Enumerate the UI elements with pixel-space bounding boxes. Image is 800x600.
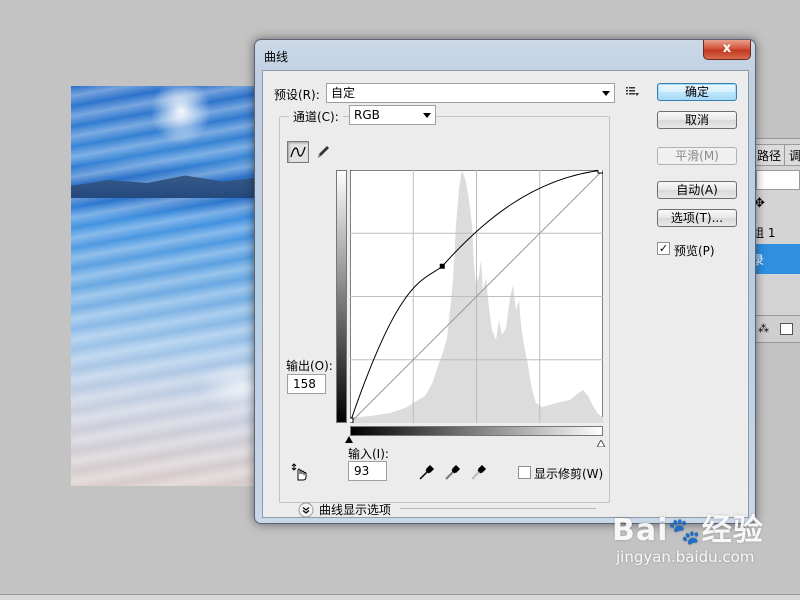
watermark-url: jingyan.baidu.com: [616, 548, 755, 566]
show-clipping-checkbox[interactable]: [518, 466, 531, 479]
panel-lock-row: ✥: [750, 194, 800, 220]
options-button[interactable]: 选项(T)...: [657, 209, 737, 227]
dialog-title: 曲线: [264, 50, 289, 64]
hand-adjust-icon[interactable]: [289, 462, 309, 485]
curve-tool-icon[interactable]: [287, 141, 309, 163]
list-menu-icon[interactable]: [625, 84, 639, 101]
options-divider: [400, 508, 596, 509]
chevron-down-circle-icon[interactable]: [298, 502, 314, 521]
ok-button[interactable]: 确定: [657, 83, 737, 101]
layer-row-selected[interactable]: 录: [750, 244, 800, 274]
input-gradient-bar: [350, 426, 603, 436]
panel-blend-row: [750, 166, 800, 194]
auto-button[interactable]: 自动(A): [657, 181, 737, 199]
curve-control-point: [439, 263, 445, 269]
input-field[interactable]: 93: [348, 461, 387, 481]
preset-label: 预设(R):: [274, 88, 320, 102]
status-bar: [0, 594, 800, 600]
preset-select[interactable]: 自定: [326, 83, 615, 103]
white-point-slider[interactable]: [596, 436, 606, 448]
chevron-down-icon: [602, 91, 610, 96]
curve-display-options-label[interactable]: 曲线显示选项: [319, 501, 391, 518]
curve-graph[interactable]: [350, 170, 603, 423]
eyedropper-black-icon[interactable]: [417, 464, 435, 485]
tab-paths[interactable]: 路径: [752, 144, 787, 166]
pencil-icon[interactable]: [312, 141, 334, 163]
watermark-brand-right: 经验: [701, 513, 764, 548]
panel-empty: [750, 274, 800, 315]
watermark-brand-left: Bai: [612, 513, 669, 548]
fx-icon[interactable]: ⁂: [758, 322, 769, 335]
cancel-button[interactable]: 取消: [657, 111, 737, 129]
mask-icon[interactable]: [780, 323, 793, 335]
panel-bottom-bar: ⁂: [750, 315, 800, 343]
smooth-button[interactable]: 平滑(M): [657, 147, 737, 165]
input-label: 输入(I):: [348, 447, 389, 461]
curve-endpoint-white: [597, 170, 603, 174]
curves-dialog: 曲线 x 预设(R): 自定 确定 取消 平滑(M) 自动(A) 选项(T)..…: [254, 39, 756, 524]
preview-label: 预览(P): [674, 244, 715, 258]
baidu-watermark: Bai🐾经验 jingyan.baidu.com: [612, 513, 764, 567]
tab-adjust[interactable]: 调: [784, 144, 800, 166]
preset-value: 自定: [331, 86, 356, 100]
dialog-body: 预设(R): 自定 确定 取消 平滑(M) 自动(A) 选项(T)... ✓ 预…: [262, 70, 749, 518]
paw-icon: 🐾: [668, 517, 702, 547]
blend-mode-select[interactable]: [756, 170, 800, 190]
close-button[interactable]: x: [703, 40, 751, 60]
curve-endpoint-black: [350, 417, 354, 423]
preview-checkbox[interactable]: ✓: [657, 242, 670, 255]
chevron-down-icon: [423, 113, 431, 118]
output-label: 输出(O):: [286, 359, 333, 373]
channel-select[interactable]: RGB: [349, 105, 436, 125]
channel-value: RGB: [354, 108, 380, 122]
eyedropper-white-icon[interactable]: [469, 464, 487, 485]
layer-row[interactable]: 组 1: [750, 220, 800, 244]
canvas-photo: [71, 86, 261, 486]
eyedropper-gray-icon[interactable]: [443, 464, 461, 485]
panel-tabs: 路径 调: [750, 138, 800, 166]
black-point-slider[interactable]: [345, 436, 353, 443]
show-clipping-label: 显示修剪(W): [534, 467, 604, 481]
output-field[interactable]: 158: [287, 374, 326, 394]
channel-label: 通道(C):: [289, 108, 343, 125]
output-gradient-bar: [336, 170, 347, 423]
